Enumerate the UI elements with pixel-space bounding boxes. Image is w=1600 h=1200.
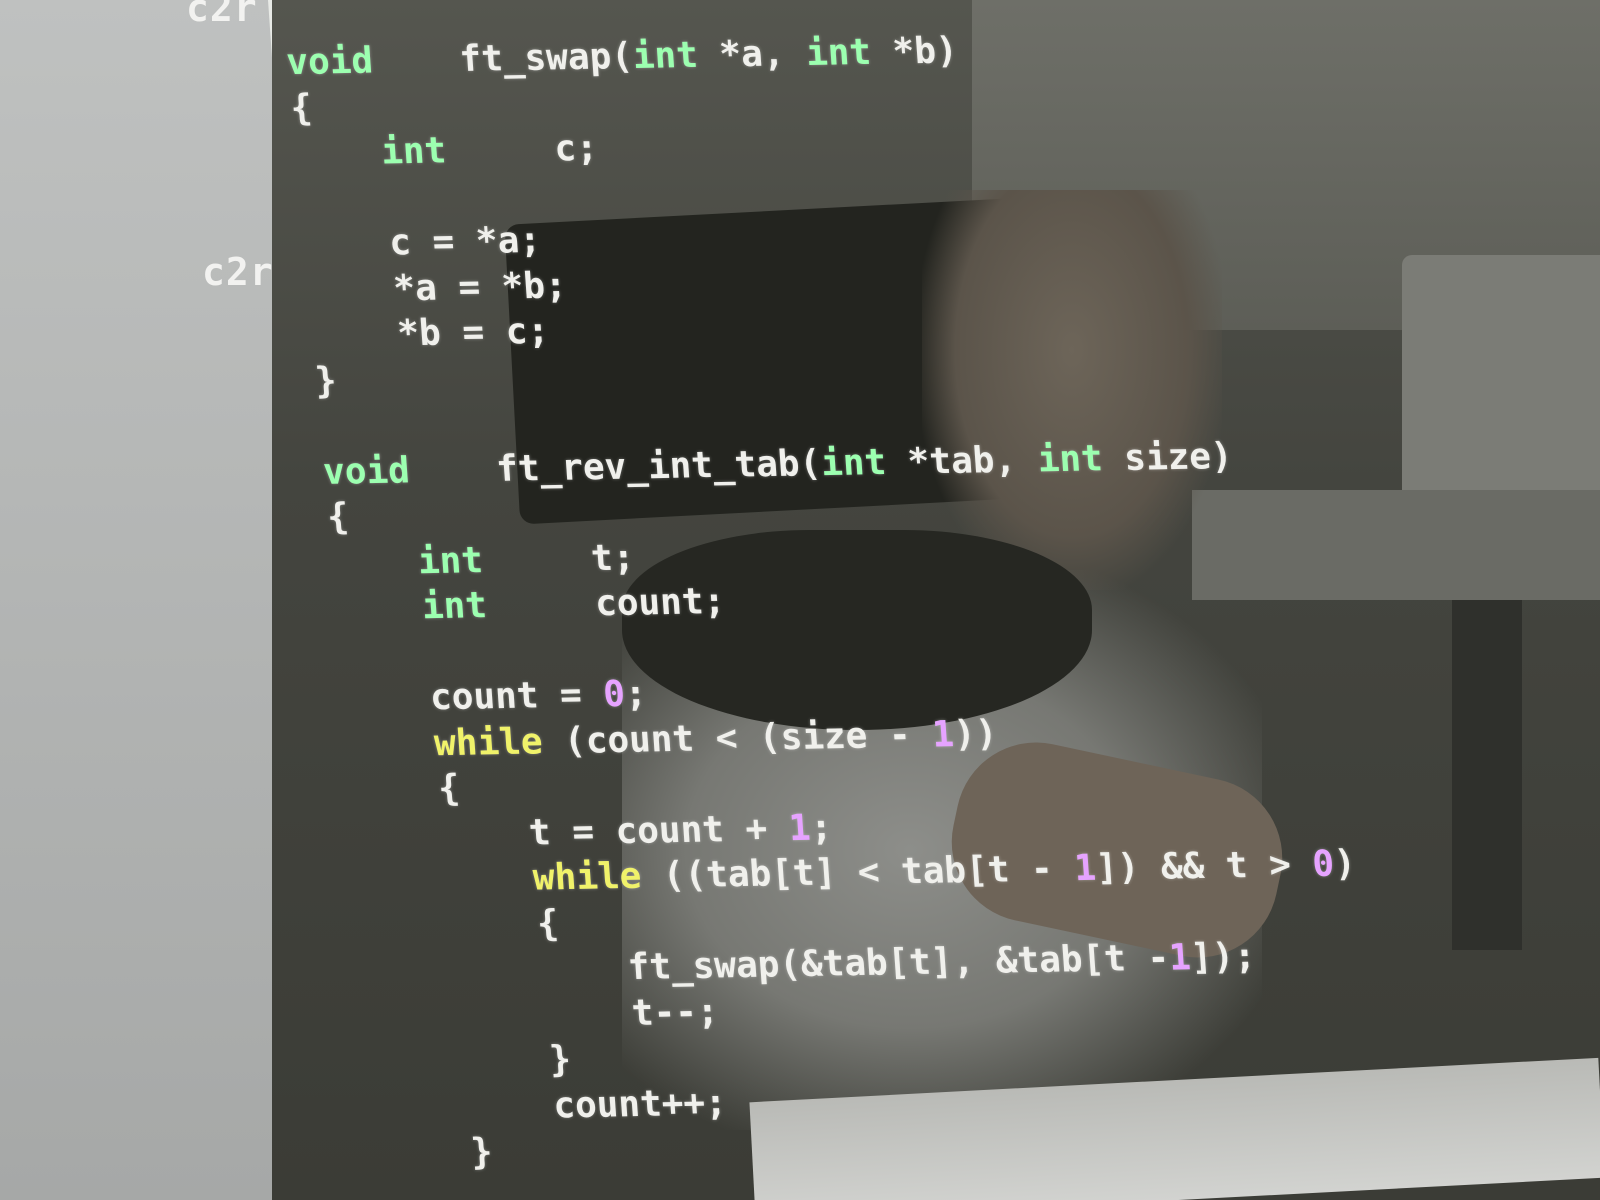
code-line: t = count + 1; (354, 806, 834, 857)
code-token: t = count + (354, 807, 791, 857)
code-line: int count; (334, 580, 727, 629)
code-token: int (1036, 437, 1104, 480)
code-line: count++; (378, 1081, 729, 1130)
code-line: { (289, 87, 314, 129)
code-token: int (379, 130, 448, 173)
code-token: void (284, 40, 375, 84)
code-token: )) (952, 712, 999, 755)
code-token: int (804, 31, 873, 74)
code-token: *b = c; (309, 310, 551, 356)
code-token: ]); (1189, 936, 1258, 979)
code-token: { (325, 496, 351, 538)
code-line: int c; (293, 127, 600, 175)
code-line: while (count < (size - 1)) (346, 712, 999, 766)
code-token: ft_swap(&tab[t], &tab[t - (366, 937, 1171, 993)
code-line: t--; (370, 991, 720, 1039)
code-token: ) (1332, 843, 1358, 885)
code-token: void (321, 449, 412, 493)
code-token: 0 (1311, 843, 1336, 886)
code-token: int (416, 539, 485, 582)
code-token: ; (808, 806, 834, 849)
code-line: { (350, 767, 462, 811)
code-token: c = *a; (301, 219, 543, 265)
code-token: ft_rev_int_tab( (408, 442, 823, 491)
code-token: while (531, 855, 643, 899)
code-token: int (819, 441, 888, 484)
code-token: ((tab[t] < tab[t - (639, 848, 1076, 897)
code-token: *a = *b; (305, 264, 569, 311)
code-line: ft_swap(&tab[t], &tab[t -1]); (366, 936, 1258, 993)
code-token: count = (342, 674, 605, 720)
code-line: } (382, 1131, 494, 1175)
code-line: count = 0; (342, 673, 649, 720)
code-token: { (362, 902, 561, 948)
code-token: } (382, 1131, 494, 1175)
code-line: { (362, 902, 561, 948)
code-token: ft_swap( (371, 36, 635, 82)
code-line: } (374, 1039, 573, 1084)
photo-of-monitor: c2r c2r void ft_swap(int *a, int *b){ in… (0, 0, 1600, 1200)
code-token: size) (1101, 435, 1234, 479)
code-token: count; (485, 580, 727, 627)
code-token: } (374, 1039, 573, 1084)
code-token: t--; (370, 991, 720, 1039)
source-code: void ft_swap(int *a, int *b){ int c; c =… (0, 0, 1600, 1200)
code-line: { (325, 496, 351, 538)
code-token: { (350, 767, 462, 811)
code-token: 1 (1167, 937, 1193, 979)
code-token: while (432, 720, 544, 764)
code-token: t; (481, 537, 636, 581)
code-line: void ft_swap(int *a, int *b) (284, 30, 960, 84)
code-token: *a, (696, 32, 808, 76)
code-line: c = *a; (301, 219, 543, 265)
code-token: c; (444, 127, 600, 172)
code-token: { (289, 87, 314, 129)
code-token: *b) (869, 30, 960, 73)
code-line: *b = c; (309, 310, 551, 356)
code-token: *tab, (884, 438, 1040, 483)
code-line: int t; (330, 537, 636, 584)
code-token: ]) && t > (1094, 844, 1314, 889)
code-token: 1 (1072, 847, 1098, 890)
code-line: *a = *b; (305, 264, 569, 311)
code-token: ; (623, 673, 649, 715)
code-token: (count < (size - (541, 714, 934, 762)
code-token: } (313, 360, 339, 402)
code-line: void ft_rev_int_tab(int *tab, int size) (321, 435, 1234, 493)
code-token: int (631, 34, 700, 78)
code-line: } (313, 360, 339, 402)
code-token: count++; (378, 1081, 729, 1130)
code-token: int (420, 585, 489, 628)
